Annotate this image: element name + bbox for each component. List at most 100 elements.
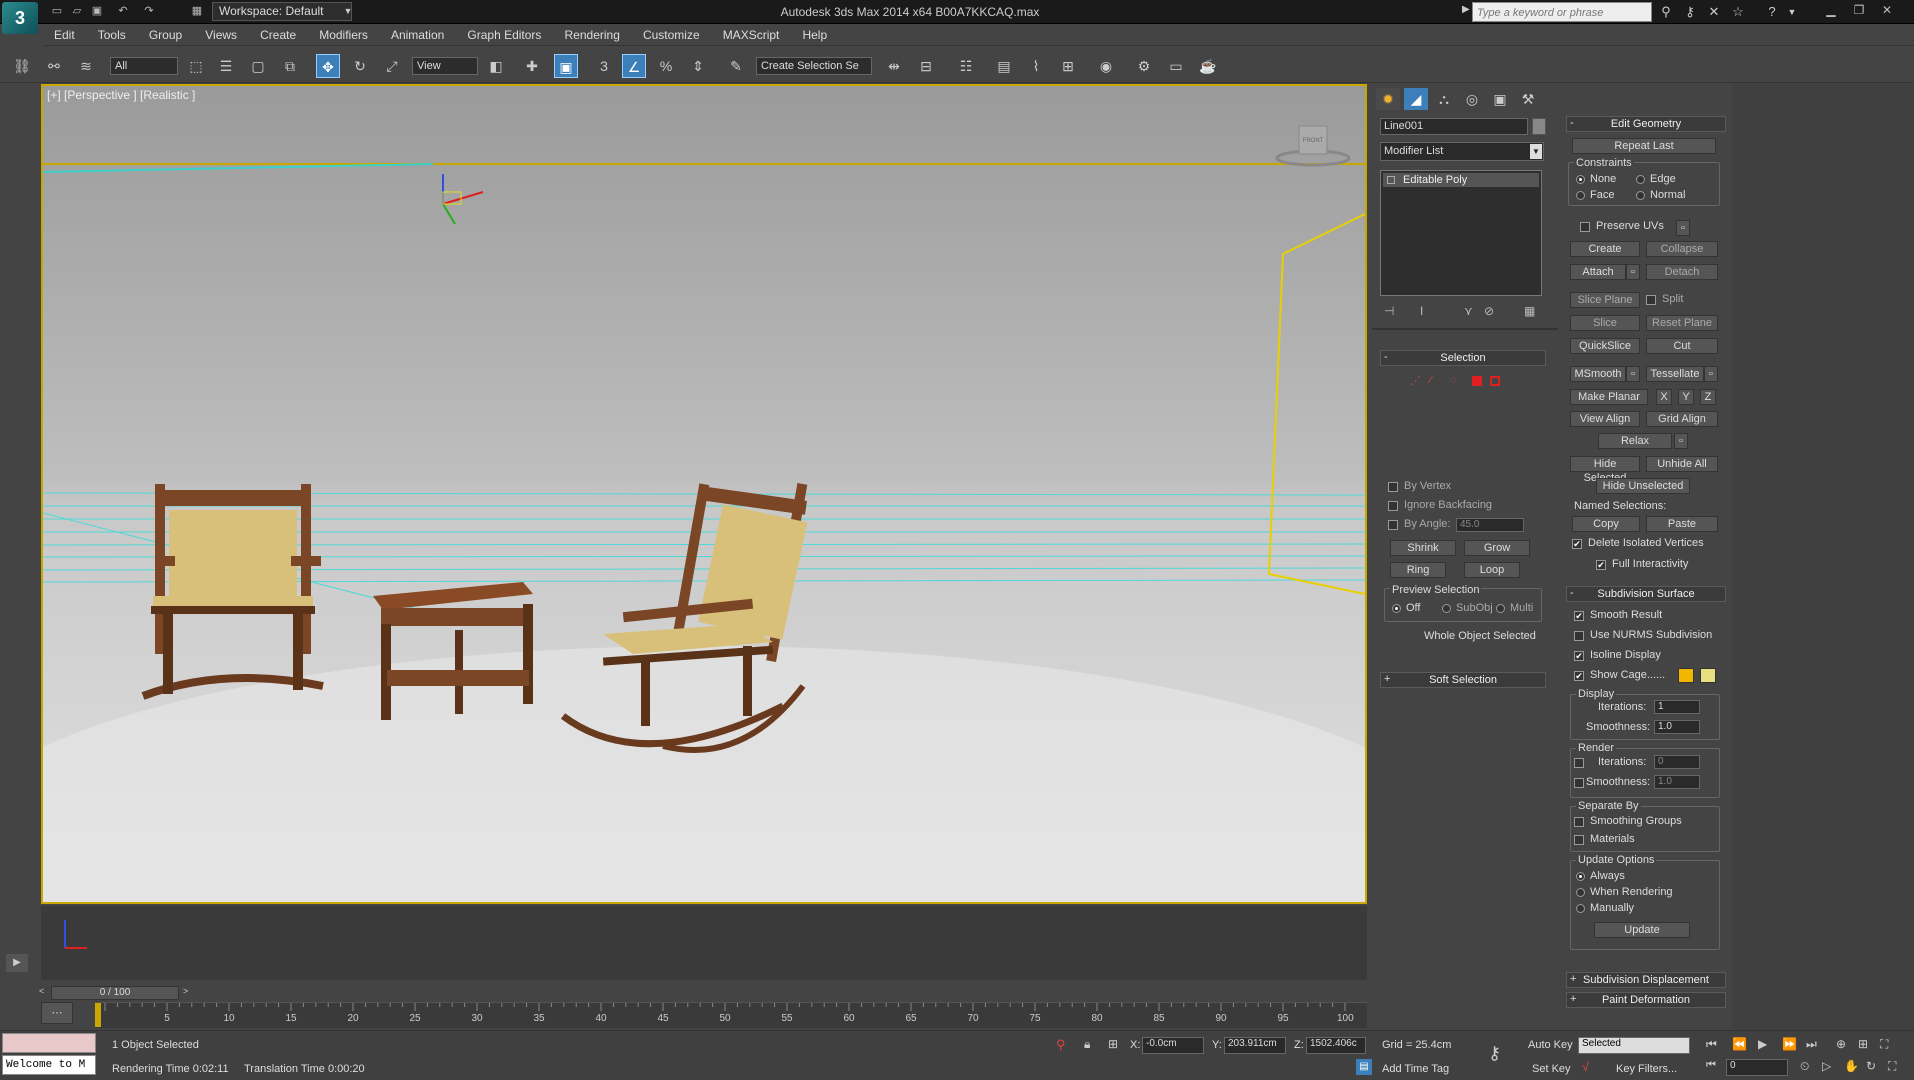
subdivision-displacement-header[interactable]: Subdivision Displacement xyxy=(1566,972,1726,988)
detach-button[interactable]: Detach xyxy=(1646,264,1718,280)
ignore-backfacing-checkbox[interactable] xyxy=(1388,501,1398,511)
key-icon[interactable]: ⚷ xyxy=(1680,3,1700,21)
restore-icon[interactable]: ❐ xyxy=(1846,0,1872,20)
render-iterations-checkbox[interactable] xyxy=(1574,758,1584,768)
graphite-ribbon-icon[interactable]: ▤ xyxy=(992,54,1016,78)
by-angle-checkbox[interactable] xyxy=(1388,520,1398,530)
hide-unselected-button[interactable]: Hide Unselected xyxy=(1596,478,1690,494)
motion-tab-icon[interactable]: ◎ xyxy=(1460,88,1484,110)
attach-settings-icon[interactable]: ▫ xyxy=(1626,264,1640,280)
smooth-result-checkbox[interactable]: ✔ xyxy=(1574,611,1584,621)
x-coordinate-field[interactable]: -0.0cm xyxy=(1142,1037,1204,1054)
play-arrow-icon[interactable]: ▶ xyxy=(6,954,28,972)
render-smoothness-spinner[interactable]: 1.0 xyxy=(1654,775,1700,789)
angle-snap-icon[interactable]: ∠ xyxy=(622,54,646,78)
rotate-icon[interactable]: ↻ xyxy=(348,54,372,78)
ring-button[interactable]: Ring xyxy=(1390,562,1446,578)
project-folder-icon[interactable]: ▦ xyxy=(188,3,206,20)
unhide-all-button[interactable]: Unhide All xyxy=(1646,456,1718,472)
minimize-icon[interactable]: ▁ xyxy=(1818,0,1844,20)
make-unique-icon[interactable]: ⋎ xyxy=(1464,304,1473,318)
cut-button[interactable]: Cut xyxy=(1646,338,1718,354)
preserve-uvs-checkbox[interactable] xyxy=(1580,222,1590,232)
hierarchy-tab-icon[interactable]: ⛬ xyxy=(1432,88,1456,110)
layer-manager-icon[interactable]: ☷ xyxy=(954,54,978,78)
zoom-icon[interactable]: ⊕ xyxy=(1836,1037,1846,1051)
edit-geometry-header[interactable]: Edit Geometry xyxy=(1566,116,1726,132)
absolute-mode-icon[interactable]: ⊞ xyxy=(1108,1037,1118,1051)
chevron-down-icon[interactable]: ▼ xyxy=(342,2,354,21)
key-filter-icon[interactable]: √ xyxy=(1582,1059,1589,1074)
modifier-list-dropdown[interactable]: Modifier List xyxy=(1380,142,1544,161)
next-frame-icon[interactable]: > xyxy=(183,986,193,998)
utilities-tab-icon[interactable]: ⚒ xyxy=(1516,88,1540,110)
menu-help[interactable]: Help xyxy=(792,24,837,46)
maxscript-listener-input[interactable] xyxy=(2,1033,96,1053)
remove-modifier-icon[interactable]: ⊘ xyxy=(1484,304,1494,318)
materials-checkbox[interactable] xyxy=(1574,835,1584,845)
preview-multi-radio[interactable] xyxy=(1496,604,1505,613)
add-time-tag[interactable]: Add Time Tag xyxy=(1382,1063,1449,1075)
reference-coordinate-dropdown[interactable]: View xyxy=(412,57,478,75)
new-file-icon[interactable]: ▭ xyxy=(48,3,66,20)
render-smoothness-checkbox[interactable] xyxy=(1574,778,1584,788)
menu-maxscript[interactable]: MAXScript xyxy=(713,24,790,46)
preview-off-radio[interactable] xyxy=(1392,604,1401,613)
expand-icon[interactable]: + xyxy=(1384,673,1390,685)
create-button[interactable]: Create xyxy=(1570,241,1640,257)
move-icon[interactable]: ✥ xyxy=(316,54,340,78)
isoline-display-checkbox[interactable]: ✔ xyxy=(1574,651,1584,661)
app-logo[interactable]: 3 xyxy=(2,2,38,34)
zoom-all-icon[interactable]: ⊞ xyxy=(1858,1037,1868,1051)
rendered-frame-window-icon[interactable]: ▭ xyxy=(1164,54,1188,78)
expand-icon[interactable]: + xyxy=(1570,973,1576,985)
make-planar-button[interactable]: Make Planar xyxy=(1570,389,1648,405)
soft-selection-rollout-header[interactable]: Soft Selection xyxy=(1380,672,1546,688)
use-nurms-checkbox[interactable] xyxy=(1574,631,1584,641)
vertex-icon[interactable]: ⋰ xyxy=(1410,374,1422,387)
preserve-uvs-settings-icon[interactable]: ▫ xyxy=(1676,220,1690,236)
menu-views[interactable]: Views xyxy=(195,24,247,46)
selection-lock-icon[interactable]: 🔒︎ xyxy=(1084,1037,1090,1052)
msmooth-button[interactable]: MSmooth xyxy=(1570,366,1626,382)
update-when-rendering-radio[interactable] xyxy=(1576,888,1585,897)
undo-icon[interactable]: ↶ xyxy=(114,3,132,20)
collapse-icon[interactable]: - xyxy=(1384,351,1388,363)
selection-filter-dropdown[interactable]: All xyxy=(110,57,178,75)
pan-icon[interactable]: ✋ xyxy=(1844,1059,1859,1073)
menu-rendering[interactable]: Rendering xyxy=(555,24,630,46)
mirror-icon[interactable]: ⇹ xyxy=(882,54,906,78)
link-icon[interactable]: ⛓ xyxy=(10,54,34,78)
preview-subobj-radio[interactable] xyxy=(1442,604,1451,613)
time-tag-icon[interactable]: ▤ xyxy=(1356,1059,1372,1075)
named-selection-dropdown[interactable]: Create Selection Se xyxy=(756,57,872,75)
perspective-viewport[interactable]: [+] [Perspective ] [Realistic ] FRONT xyxy=(41,84,1367,904)
search-input[interactable]: Type a keyword or phrase xyxy=(1472,2,1652,22)
relax-settings-icon[interactable]: ▫ xyxy=(1674,433,1688,449)
expand-arrow-icon[interactable]: ▶ xyxy=(1462,4,1470,15)
orbit-icon[interactable]: ↻ xyxy=(1866,1059,1876,1073)
polygon-icon[interactable] xyxy=(1472,376,1482,386)
viewcube[interactable]: FRONT xyxy=(1299,138,1327,144)
attach-button[interactable]: Attach xyxy=(1570,264,1626,280)
hide-selected-button[interactable]: Hide Selected xyxy=(1570,456,1640,484)
maximize-viewport-icon[interactable]: ⛶ xyxy=(1888,1059,1896,1074)
constraint-face-radio[interactable] xyxy=(1576,191,1585,200)
set-key-icon[interactable]: ⚷ xyxy=(1488,1043,1501,1064)
collapse-button[interactable]: Collapse xyxy=(1646,241,1718,257)
menu-edit[interactable]: Edit xyxy=(44,24,85,46)
scale-icon[interactable]: ⤢ xyxy=(380,54,404,78)
window-crossing-icon[interactable]: ⧉ xyxy=(278,54,302,78)
pin-stack-icon[interactable]: ⊣ xyxy=(1384,304,1394,318)
msmooth-settings-icon[interactable]: ▫ xyxy=(1626,366,1640,382)
help-icon[interactable]: ? xyxy=(1762,3,1782,21)
planar-z-button[interactable]: Z xyxy=(1700,389,1716,405)
quickslice-button[interactable]: QuickSlice xyxy=(1570,338,1640,354)
close-icon[interactable]: ✕ xyxy=(1874,0,1900,20)
redo-icon[interactable]: ↷ xyxy=(140,3,158,20)
cage-color-2-swatch[interactable] xyxy=(1700,668,1716,683)
grow-button[interactable]: Grow xyxy=(1464,540,1530,556)
curve-editor-icon[interactable]: ⌇ xyxy=(1024,54,1048,78)
keyboard-shortcut-override-icon[interactable]: ▣ xyxy=(554,54,578,78)
prev-frame-icon[interactable]: < xyxy=(39,986,49,998)
